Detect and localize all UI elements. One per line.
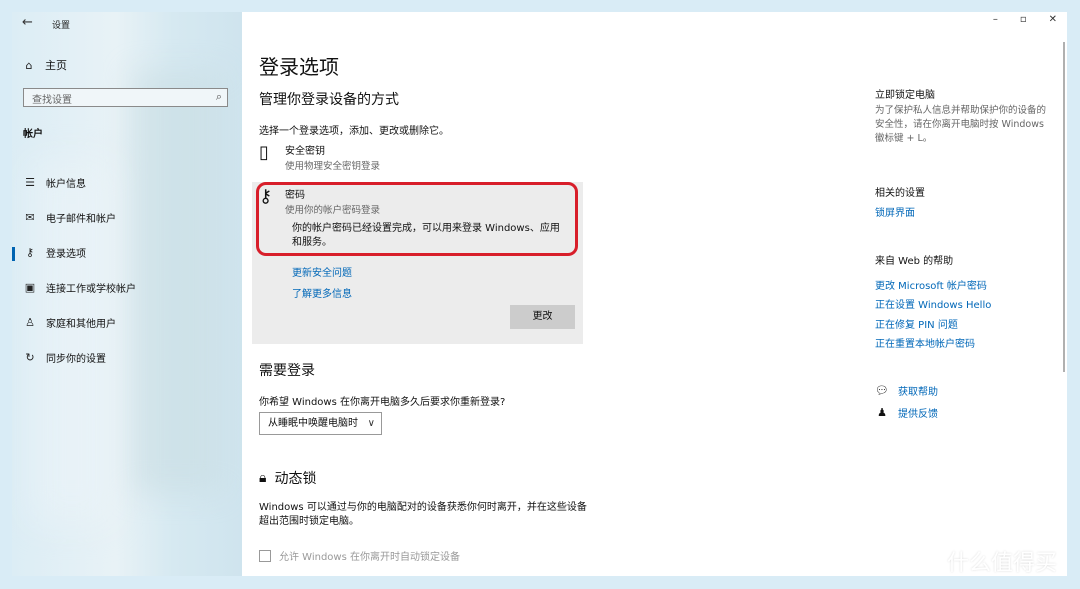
change-button[interactable]: 更改 xyxy=(510,305,575,329)
feedback-person-icon: ♟ xyxy=(877,406,887,419)
web-help-link[interactable]: 正在修复 PIN 问题 xyxy=(875,316,958,331)
key-icon: ⚷ xyxy=(25,246,35,259)
scrollbar[interactable] xyxy=(1063,42,1065,372)
update-security-questions-link[interactable]: 更新安全问题 xyxy=(292,264,352,279)
page-title: 登录选项 xyxy=(259,55,339,79)
learn-more-link[interactable]: 了解更多信息 xyxy=(292,285,352,300)
person-icon: ♙ xyxy=(25,316,35,329)
require-signin-question: 你希望 Windows 在你离开电脑多久后要求你重新登录? xyxy=(259,397,506,408)
home-icon: ⌂ xyxy=(25,58,33,72)
window-controls: – ▫ ✕ xyxy=(993,14,1057,25)
get-help-link[interactable]: 💬︎ 获取帮助 xyxy=(875,383,938,398)
sidebar-item-label: 登录选项 xyxy=(46,249,86,260)
nav-home-label: 主页 xyxy=(45,59,67,72)
dropdown-value: 从睡眠中唤醒电脑时 xyxy=(268,418,358,429)
sidebar-item-label: 同步你的设置 xyxy=(46,354,106,365)
chevron-down-icon: ∨ xyxy=(367,418,375,429)
user-card-icon: ☰ xyxy=(25,176,35,189)
checkbox-box[interactable] xyxy=(259,549,271,562)
minimize-button[interactable]: – xyxy=(993,14,998,25)
get-help-label: 获取帮助 xyxy=(898,387,938,398)
checkbox-label: 允许 Windows 在你离开时自动锁定设备 xyxy=(279,552,460,563)
sidebar-item-sync[interactable]: ↻ 同步你的设置 xyxy=(12,340,242,375)
window-title: 设置 xyxy=(52,21,71,31)
sidebar-item-account-info[interactable]: ☰ 帐户信息 xyxy=(12,165,242,200)
usb-key-icon: ▯ xyxy=(259,142,269,163)
web-help-title: 来自 Web 的帮助 xyxy=(875,256,954,267)
maximize-button[interactable]: ▫ xyxy=(1020,14,1027,25)
sidebar-item-family[interactable]: ♙ 家庭和其他用户 xyxy=(12,305,242,340)
sidebar-item-email[interactable]: ✉ 电子邮件和帐户 xyxy=(12,200,242,235)
dynamic-lock-title: 动态锁 xyxy=(274,471,317,487)
require-signin-heading: 需要登录 xyxy=(259,363,315,379)
close-button[interactable]: ✕ xyxy=(1049,14,1057,25)
web-help-link[interactable]: 正在重置本地帐户密码 xyxy=(875,335,975,350)
search-input[interactable]: 查找设置 ⌕ xyxy=(23,88,228,107)
dynamic-lock-heading: 🔒︎ 动态锁 xyxy=(259,468,316,488)
sidebar-item-label: 电子邮件和帐户 xyxy=(46,214,116,225)
watermark-logo-icon xyxy=(913,548,939,574)
sidebar-item-label: 家庭和其他用户 xyxy=(46,319,116,330)
highlight-annotation xyxy=(256,182,578,256)
security-key-option[interactable]: ▯ 安全密钥 使用物理安全密钥登录 xyxy=(259,142,380,172)
lock-now-title: 立即锁定电脑 xyxy=(875,90,935,101)
sidebar-item-work-school[interactable]: ▣ 连接工作或学校帐户 xyxy=(12,270,242,305)
feedback-label: 提供反馈 xyxy=(898,409,938,420)
nav-home[interactable]: ⌂ 主页 xyxy=(22,57,68,73)
manage-heading: 管理你登录设备的方式 xyxy=(259,92,399,108)
web-help-link[interactable]: 正在设置 Windows Hello xyxy=(875,296,991,311)
sidebar-nav: ☰ 帐户信息 ✉ 电子邮件和帐户 ⚷ 登录选项 ▣ 连接工作或学校帐户 ♙ 家庭… xyxy=(12,165,242,375)
choose-description: 选择一个登录选项，添加、更改或删除它。 xyxy=(259,126,449,137)
sidebar: ← 设置 ⌂ 主页 查找设置 ⌕ 帐户 ☰ 帐户信息 ✉ 电子邮件和帐户 ⚷ 登… xyxy=(12,12,242,576)
settings-window: ← 设置 ⌂ 主页 查找设置 ⌕ 帐户 ☰ 帐户信息 ✉ 电子邮件和帐户 ⚷ 登… xyxy=(12,12,1067,576)
dynamic-lock-checkbox[interactable]: 允许 Windows 在你离开时自动锁定设备 xyxy=(259,548,460,563)
back-arrow-icon[interactable]: ← xyxy=(22,15,33,30)
feedback-link[interactable]: ♟ 提供反馈 xyxy=(875,405,938,420)
lock-screen-link[interactable]: 锁屏界面 xyxy=(875,204,915,219)
sidebar-item-sign-in-options[interactable]: ⚷ 登录选项 xyxy=(12,235,242,270)
main-content: – ▫ ✕ 登录选项 管理你登录设备的方式 选择一个登录选项，添加、更改或删除它… xyxy=(242,12,1067,576)
dynamic-lock-icon: 🔒︎ xyxy=(259,470,267,486)
require-signin-dropdown[interactable]: 从睡眠中唤醒电脑时 ∨ xyxy=(259,412,382,435)
mail-icon: ✉ xyxy=(25,211,35,224)
sync-icon: ↻ xyxy=(25,351,35,364)
option-subtitle: 使用物理安全密钥登录 xyxy=(285,161,381,172)
briefcase-icon: ▣ xyxy=(24,281,36,294)
lock-now-description: 为了保护私人信息并帮助保护你的设备的安全性，请在你离开电脑时按 Windows … xyxy=(875,105,1047,144)
related-settings-title: 相关的设置 xyxy=(875,188,925,199)
dynamic-lock-description: Windows 可以通过与你的电脑配对的设备获悉你何时离开，并在这些设备超出范围… xyxy=(259,502,587,527)
sidebar-item-label: 帐户信息 xyxy=(46,179,86,190)
sidebar-section-label: 帐户 xyxy=(23,129,43,140)
search-placeholder: 查找设置 xyxy=(32,95,72,106)
search-icon: ⌕ xyxy=(215,90,222,103)
watermark-text: 什么值得买 xyxy=(947,551,1058,576)
option-title: 安全密钥 xyxy=(285,146,325,157)
sidebar-item-label: 连接工作或学校帐户 xyxy=(46,284,136,295)
web-help-link[interactable]: 更改 Microsoft 帐户密码 xyxy=(875,277,987,292)
chat-bubble-icon: 💬︎ xyxy=(875,384,889,397)
watermark: 什么值得买 xyxy=(913,545,1057,577)
